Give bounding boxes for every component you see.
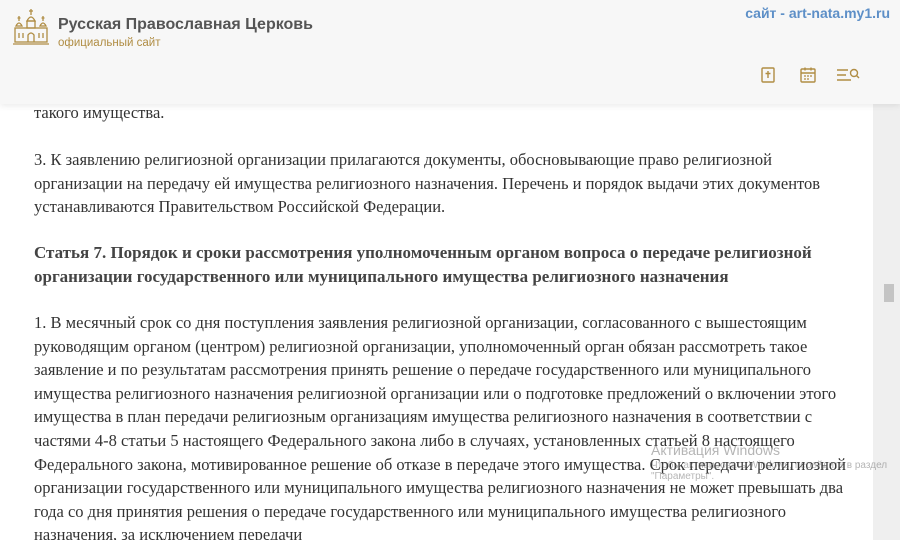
church-domes-icon[interactable] xyxy=(13,8,49,48)
bible-icon[interactable] xyxy=(756,65,780,85)
scrollbar-thumb[interactable] xyxy=(884,284,894,302)
paragraph-tail: такого имущества. xyxy=(34,103,165,122)
paragraph-3: 3. К заявлению религиозной организации п… xyxy=(34,150,821,217)
windows-activation-title: Активация Windows xyxy=(651,442,781,458)
article-7-heading: Статья 7. Порядок и сроки рассмотрения у… xyxy=(34,243,812,286)
site-title[interactable]: Русская Православная Церковь xyxy=(58,16,313,34)
site-subtitle: официальный сайт xyxy=(58,37,161,49)
header-toolbar xyxy=(756,65,860,85)
site-header: Русская Православная Церковь официальный… xyxy=(0,0,900,104)
article-7-paragraph-1: 1. В месячный срок со дня поступления за… xyxy=(34,313,847,540)
windows-activation-subtitle: Чтобы активировать Windows, перейдите в … xyxy=(651,460,888,482)
windows-activation-watermark: Активация Windows Чтобы активировать Win… xyxy=(651,442,900,482)
search-menu-icon[interactable] xyxy=(836,65,860,85)
calendar-icon[interactable] xyxy=(796,65,820,85)
watermark-link: сайт - art-nata.my1.ru xyxy=(745,5,890,21)
